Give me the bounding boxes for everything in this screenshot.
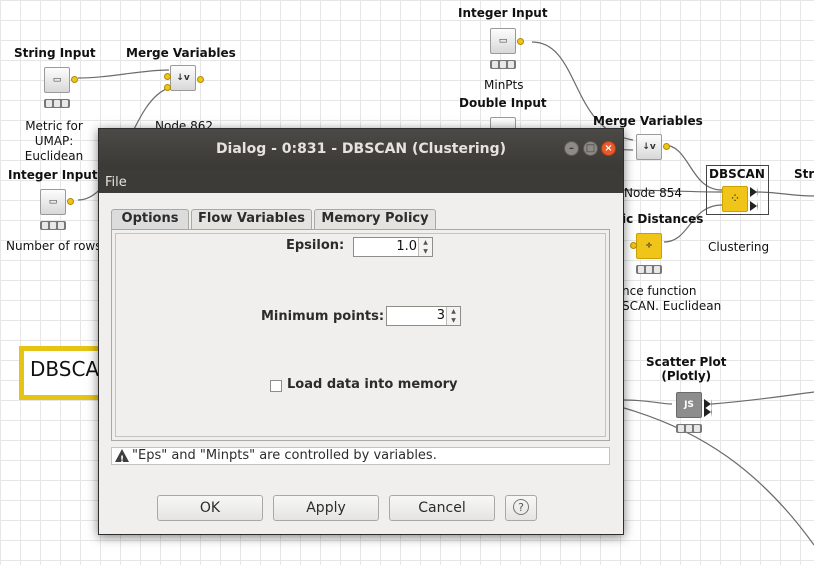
tab-flow-variables[interactable]: Flow Variables <box>191 209 312 229</box>
help-button[interactable]: ? <box>505 495 537 521</box>
merge-icon: ↓v <box>642 142 656 152</box>
node-title-merge-variables-2: Merge Variables <box>593 114 703 128</box>
output-port[interactable] <box>750 187 758 197</box>
input-port[interactable] <box>164 84 171 91</box>
merge-icon: ↓v <box>176 73 190 83</box>
node-status-lights <box>636 265 662 274</box>
epsilon-label: Epsilon: <box>286 238 345 253</box>
output-port[interactable] <box>67 198 74 205</box>
spinner-down-icon[interactable]: ▼ <box>447 316 460 325</box>
tab-options[interactable]: Options <box>111 209 189 229</box>
maximize-button[interactable]: □ <box>583 141 598 156</box>
spinner-down-icon[interactable]: ▼ <box>419 247 432 256</box>
output-port[interactable] <box>704 407 712 417</box>
min-points-value[interactable]: 3 <box>389 307 445 325</box>
connection-line <box>77 69 170 79</box>
integer-input-minpts-node[interactable]: ▭ <box>490 28 516 54</box>
dialog-titlebar[interactable]: Dialog - 0:831 - DBSCAN (Clustering) – □… <box>99 129 623 169</box>
node-label-minpts: MinPts <box>484 78 524 92</box>
numeric-distances-node[interactable]: ÷ <box>636 233 662 259</box>
js-icon: JS <box>684 400 694 410</box>
node-status-lights <box>44 99 70 108</box>
output-port[interactable] <box>197 76 204 83</box>
node-title-integer-input-minpts: Integer Input <box>458 6 548 20</box>
node-label-string-input: Metric for UMAP: Euclidean <box>24 119 84 163</box>
output-port[interactable] <box>71 76 78 83</box>
close-button[interactable]: × <box>601 141 616 156</box>
connection-line <box>711 391 814 405</box>
output-port[interactable] <box>663 143 670 150</box>
minimize-button[interactable]: – <box>564 141 579 156</box>
node-status-lights <box>490 60 516 69</box>
load-memory-checkbox[interactable] <box>270 380 282 392</box>
node-status-lights <box>676 424 702 433</box>
connection-line <box>623 407 814 546</box>
distance-icon: ÷ <box>645 241 653 251</box>
node-title-numeric-distances: ic Distances <box>622 212 704 226</box>
input-icon: ▭ <box>498 36 508 46</box>
dbscan-node[interactable]: ⁘ <box>722 186 748 212</box>
ok-button[interactable]: OK <box>157 495 263 521</box>
min-points-spinner[interactable]: 3 ▲ ▼ <box>386 306 461 326</box>
options-panel: Epsilon: 1.0 ▲ ▼ Minimum points: 3 ▲ ▼ L… <box>111 229 610 441</box>
warning-icon: ! <box>115 449 129 465</box>
node-label-clustering: Clustering <box>708 240 770 254</box>
load-memory-label[interactable]: Load data into memory <box>287 377 458 392</box>
apply-button[interactable]: Apply <box>273 495 379 521</box>
clustering-icon: ⁘ <box>731 194 739 204</box>
string-input-node[interactable]: ▭ <box>44 67 70 93</box>
merge-variables-node-2[interactable]: ↓v <box>636 134 662 160</box>
min-points-spinner-arrows[interactable]: ▲ ▼ <box>446 307 460 325</box>
epsilon-spinner-arrows[interactable]: ▲ ▼ <box>418 238 432 256</box>
node-status-lights <box>40 221 66 230</box>
input-icon: ▭ <box>52 75 62 85</box>
min-points-label: Minimum points: <box>261 309 385 324</box>
spinner-up-icon[interactable]: ▲ <box>419 238 432 247</box>
integer-input-node[interactable]: ▭ <box>40 189 66 215</box>
scatter-plot-node[interactable]: JS <box>676 392 702 418</box>
spinner-up-icon[interactable]: ▲ <box>447 307 460 316</box>
dialog-title: Dialog - 0:831 - DBSCAN (Clustering) <box>215 141 507 157</box>
input-icon: ▭ <box>48 197 58 207</box>
input-port[interactable] <box>630 242 637 249</box>
status-bar: ! "Eps" and "Minpts" are controlled by v… <box>111 447 610 465</box>
tab-memory-policy[interactable]: Memory Policy <box>314 209 436 229</box>
epsilon-spinner[interactable]: 1.0 ▲ ▼ <box>353 237 433 257</box>
node-label-node-854: Node 854 <box>624 186 683 200</box>
options-panel-border <box>115 233 606 437</box>
status-message: "Eps" and "Minpts" are controlled by var… <box>132 448 437 463</box>
help-icon: ? <box>513 499 529 515</box>
node-title-scatter-plot: Scatter Plot (Plotly) <box>646 355 727 383</box>
output-port[interactable] <box>750 201 758 211</box>
menu-file[interactable]: File <box>105 175 127 190</box>
epsilon-value[interactable]: 1.0 <box>356 238 417 256</box>
node-title-partial: Stri <box>794 167 814 181</box>
merge-variables-node[interactable]: ↓v <box>170 65 196 91</box>
node-title-dbscan: DBSCAN <box>709 167 765 181</box>
node-title-integer-input: Integer Input <box>8 168 98 182</box>
output-port[interactable] <box>517 38 524 45</box>
connection-line <box>623 399 673 405</box>
node-title-double-input: Double Input <box>459 96 547 110</box>
input-port[interactable] <box>164 73 171 80</box>
menu-bar: File <box>99 169 623 193</box>
node-title-string-input: String Input <box>14 46 96 60</box>
cancel-button[interactable]: Cancel <box>389 495 495 521</box>
node-label-integer-input: Number of rows <box>6 239 102 253</box>
node-label-numeric-distances: nce function SCAN. Euclidean <box>622 284 722 313</box>
node-title-merge-variables: Merge Variables <box>126 46 236 60</box>
dbscan-dialog: Dialog - 0:831 - DBSCAN (Clustering) – □… <box>98 128 624 535</box>
